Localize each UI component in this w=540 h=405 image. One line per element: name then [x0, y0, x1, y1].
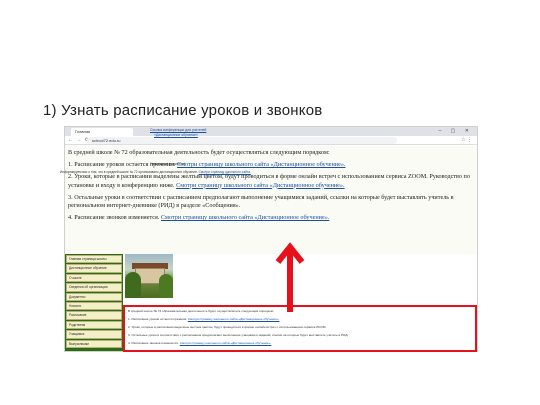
site-sidebar-nav: Главная страница школы Дистанционное обу… — [65, 254, 123, 351]
url-input[interactable]: school72.edu.ru — [87, 137, 397, 144]
info-link[interactable]: Смотри страницу школьного сайта. — [199, 170, 251, 174]
sidebar-item[interactable]: Главная страница школы — [66, 255, 122, 264]
announcement-paragraph: 3. Остальные уроки в соответствии с расп… — [68, 194, 471, 211]
photo-tree — [125, 272, 141, 298]
announcement-paragraph: 1. Расписание уроков остается прежним. С… — [68, 161, 471, 170]
sidebar-item[interactable]: О школе — [66, 273, 122, 283]
top-band — [0, 0, 540, 13]
announcement-paragraph: В средней школе № 72 образовательная дея… — [68, 149, 471, 158]
slide-subtitle: 1) Узнать расписание уроков и звонков — [43, 102, 323, 119]
distance-learning-link[interactable]: «Дистанционное обучение» — [154, 133, 198, 137]
announcement-panel: В средней школе № 72 образовательная дея… — [65, 146, 477, 254]
box-line: В средней школе № 72 образовательная дея… — [128, 309, 274, 313]
highlight-box: В средней школе № 72 образовательная дея… — [123, 305, 477, 352]
paragraph-text: В средней школе № 72 образовательная дея… — [68, 149, 330, 156]
browser-tab-bar: Главная – ▢ ✕ — [65, 127, 477, 136]
slide-title: ДИСТАНЦИОННОЕ ОБУЧЕНИЕ — [93, 63, 447, 88]
distance-learning-link[interactable]: Смотри страницу школьного сайта «Дистанц… — [176, 182, 344, 189]
sidebar-item[interactable]: Выпускникам — [66, 339, 122, 348]
sidebar-item[interactable]: Документы — [66, 292, 122, 301]
announcement-paragraph: 4. Расписание звонков изменяется. Смотри… — [68, 214, 471, 223]
sidebar-item[interactable]: Новости — [66, 301, 122, 311]
box-line-text: 4. Расписание звонков изменяется. — [128, 341, 180, 345]
info-text: Информируем вас о том, что в средней шко… — [60, 170, 199, 174]
sidebar-item[interactable]: Расписание — [66, 311, 122, 320]
box-line-text: 3. Остальные уроки в соответствии с расп… — [128, 333, 349, 337]
box-line-link[interactable]: Смотри страницу школьного сайта «Дистанц… — [180, 341, 272, 345]
distance-learning-link[interactable]: Смотри страницу школьного сайта «Дистанц… — [161, 214, 329, 221]
box-line-text: В средней школе № 72 образовательная дея… — [128, 309, 274, 313]
box-line-link[interactable]: Смотри страницу школьного сайта «Дистанц… — [188, 317, 280, 321]
sidebar-item[interactable]: Дистанционное обучение — [66, 264, 122, 273]
sidebar-item[interactable]: Учащимся — [66, 330, 122, 339]
announcement-paragraph: 2. Уроки, которые в расписании выделены … — [68, 173, 471, 190]
window-controls[interactable]: – ▢ ✕ — [439, 128, 473, 134]
box-line-text: 1. Расписание уроков остается прежним. — [128, 317, 188, 321]
school-photo — [125, 254, 173, 298]
photo-tree — [159, 274, 173, 298]
bookmark-star-icon[interactable]: ☆ ⋮ — [461, 136, 472, 145]
paragraph-text: 3. Остальные уроки в соответствии с расп… — [68, 193, 454, 210]
sidebar-item[interactable]: Родителям — [66, 320, 122, 330]
content-heading: Уважаемые родители! — [150, 162, 185, 166]
bottom-band — [0, 352, 540, 405]
box-line: 4. Расписание звонков изменяется. Смотри… — [128, 341, 271, 345]
box-line: 2. Уроки, которые в расписании выделены … — [128, 325, 326, 329]
conference-link[interactable]: Ссылка конференции для учителей — [150, 128, 206, 132]
box-line: 3. Остальные уроки в соответствии с расп… — [128, 333, 348, 337]
sidebar-item[interactable]: Сведения об организации — [66, 283, 122, 292]
paragraph-text: 4. Расписание звонков изменяется. — [68, 214, 161, 222]
box-line: 1. Расписание уроков остается прежним. С… — [128, 317, 279, 321]
browser-tab[interactable]: Главная — [71, 128, 133, 136]
content-info-line: Информируем вас о том, что в средней шко… — [60, 170, 410, 174]
distance-learning-link[interactable]: Смотри страницу школьного сайта «Дистанц… — [177, 161, 345, 168]
browser-url-bar: ← → ⟳ school72.edu.ru ☆ ⋮ — [65, 136, 477, 145]
box-line-text: 2. Уроки, которые в расписании выделены … — [128, 325, 327, 329]
